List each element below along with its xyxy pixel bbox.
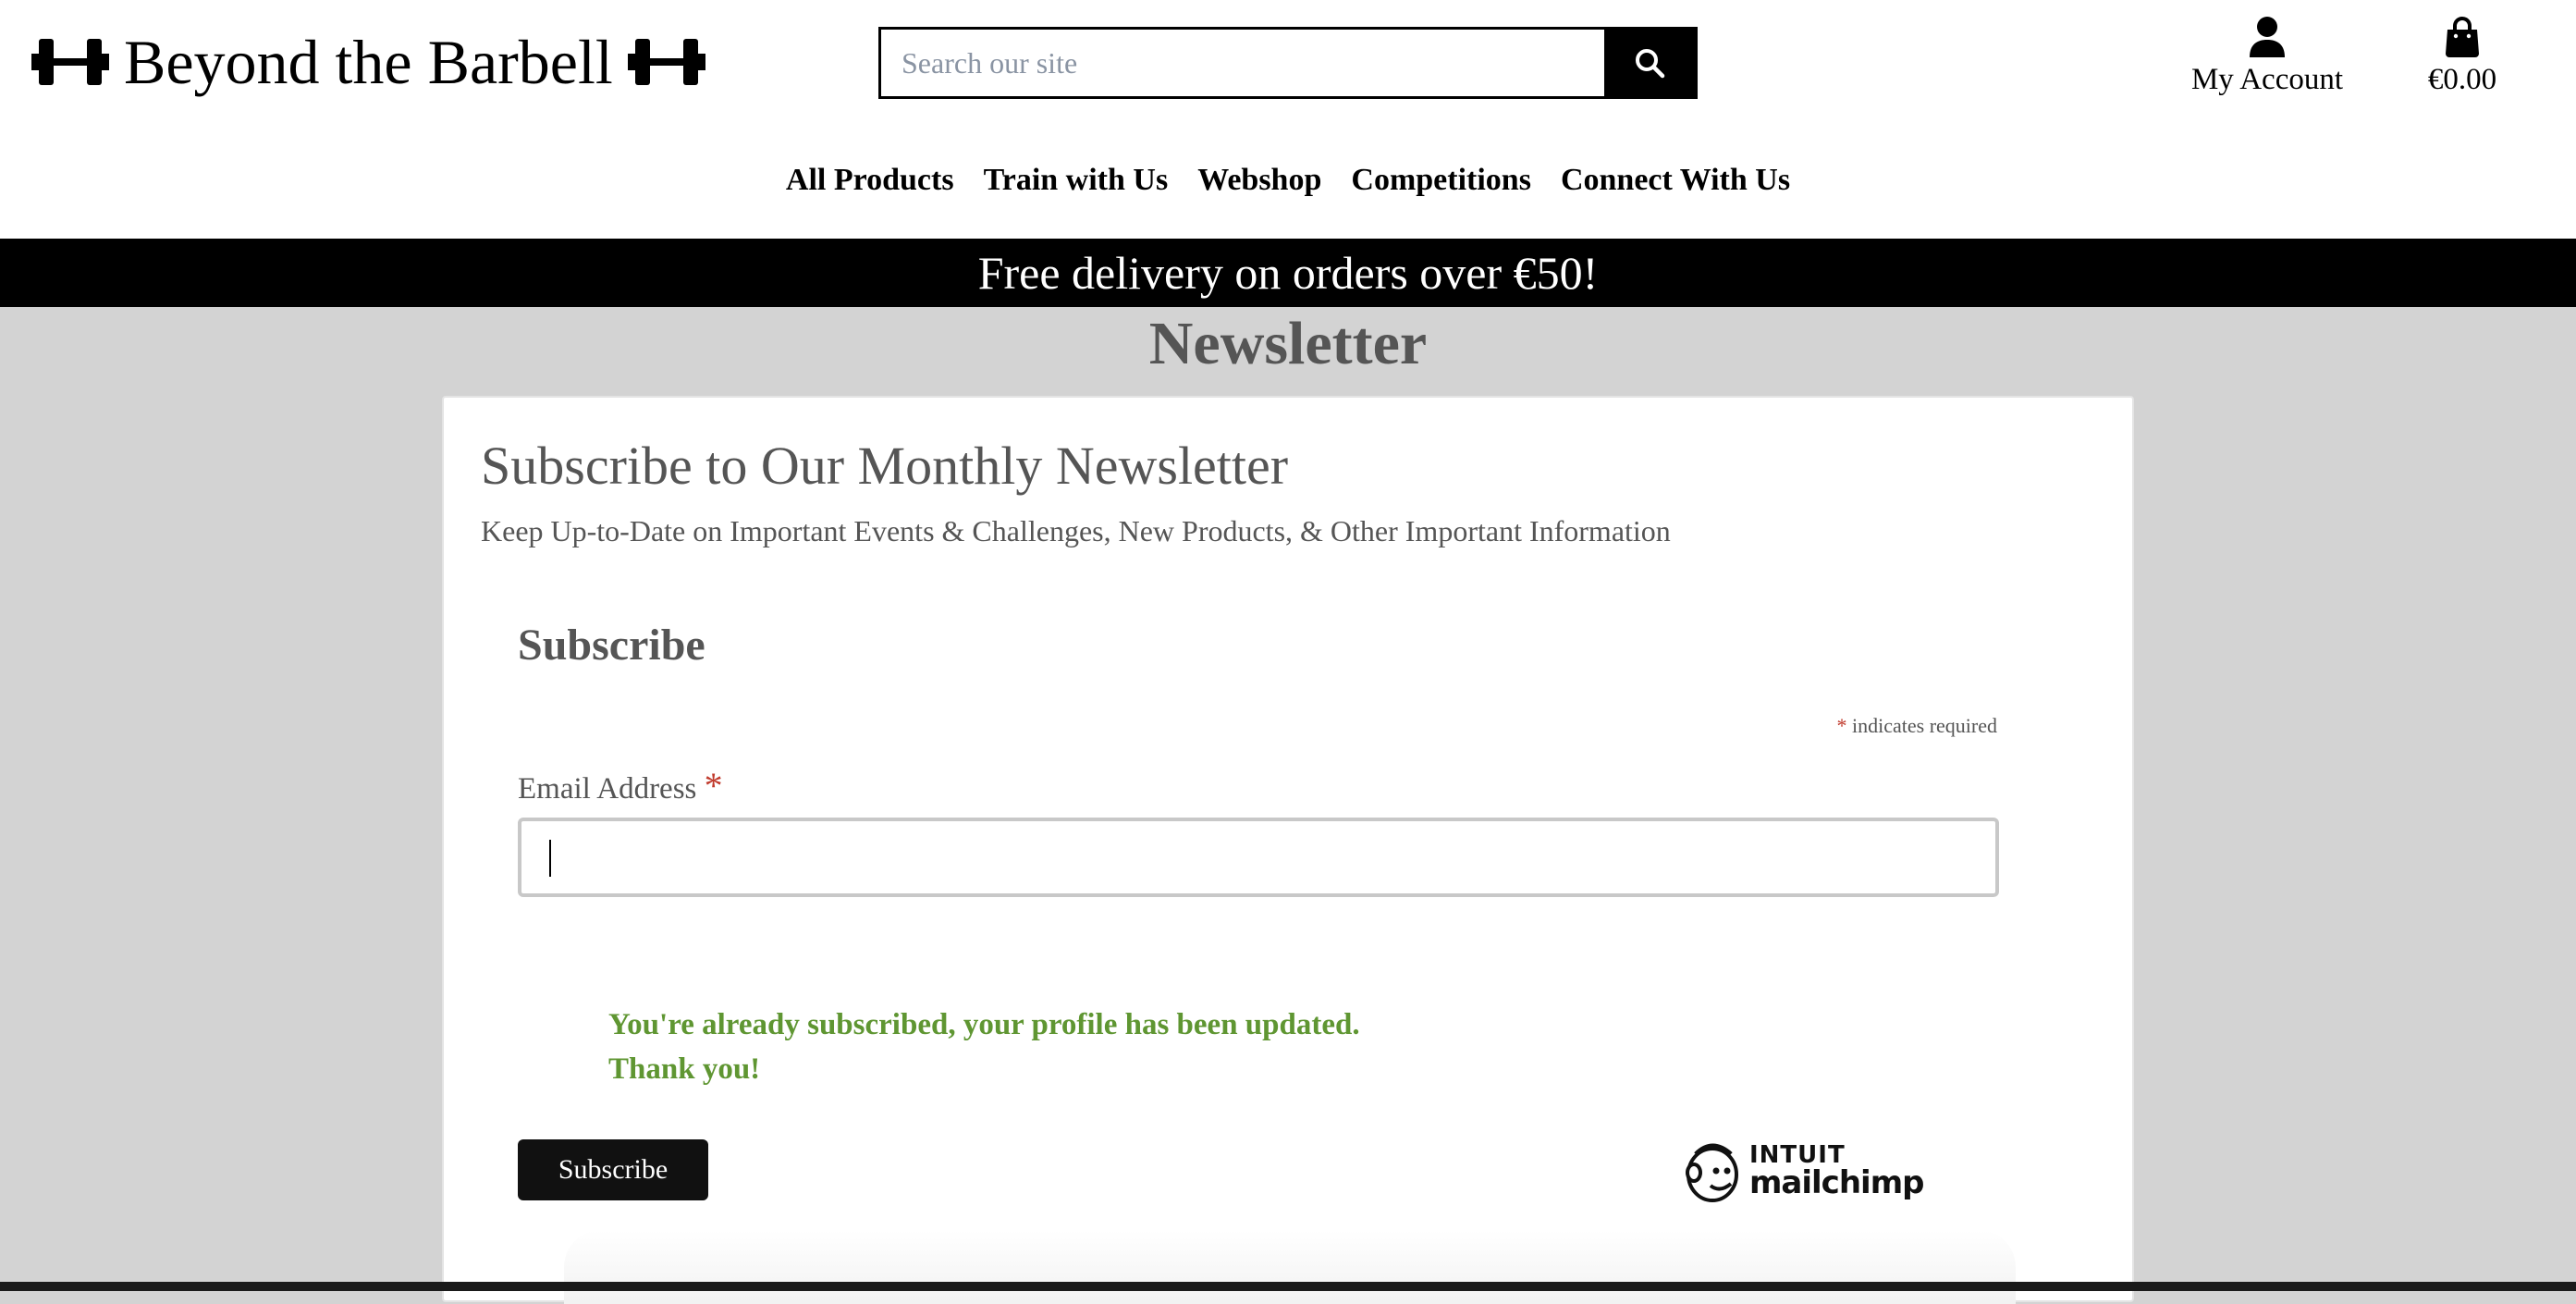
page-title: Newsletter [1148,310,1428,377]
my-account-label: My Account [2190,63,2344,96]
cart-link[interactable]: €0.00 [2413,17,2511,97]
text-cursor [549,840,551,877]
email-label-text: Email Address [518,772,697,806]
my-account-link[interactable]: My Account [2190,17,2345,97]
success-line-1: You're already subscribed, your profile … [608,1008,1360,1041]
required-note: * indicates required [1837,714,1998,738]
success-message: You're already subscribed, your profile … [608,1003,1360,1091]
required-note-text: indicates required [1852,714,1997,737]
cart-total: €0.00 [2427,63,2497,96]
nav-train-with-us[interactable]: Train with Us [984,163,1169,198]
nav-competitions[interactable]: Competitions [1351,163,1531,198]
search-button[interactable] [1604,30,1695,96]
form-title: Subscribe [518,621,705,670]
main-nav: All Products Train with Us Webshop Compe… [0,163,2576,198]
search-icon [1636,49,1665,79]
newsletter-card: Subscribe to Our Monthly Newsletter Keep… [442,396,2134,1304]
required-asterisk: * [1836,714,1847,737]
email-required-asterisk: * [704,765,723,806]
mailchimp-brand-text: mailchimp [1749,1164,1924,1201]
footer-edge [0,1282,2576,1291]
nav-all-products[interactable]: All Products [786,163,954,198]
newsletter-heading: Subscribe to Our Monthly Newsletter [481,436,1289,496]
dumbbell-icon [31,39,109,85]
shopping-bag-icon [2446,17,2479,57]
newsletter-subheading: Keep Up-to-Date on Important Events & Ch… [481,514,1671,547]
site-header: Beyond the Barbell My Account [0,0,2576,239]
logo-text: Beyond the Barbell [124,26,613,97]
card-footer-shadow [564,1230,2016,1304]
success-line-2: Thank you! [608,1052,761,1086]
nav-webshop[interactable]: Webshop [1197,163,1321,198]
mailchimp-logo-icon [1686,1143,1738,1202]
search-form [878,27,1698,99]
mailchimp-badge[interactable]: INTUIT mailchimp [1683,1139,1924,1202]
search-input[interactable] [881,30,1604,96]
email-label: Email Address * [518,764,723,807]
email-field[interactable] [518,818,1999,897]
subscribe-button[interactable]: Subscribe [518,1139,708,1200]
delivery-banner: Free delivery on orders over €50! [0,239,2576,307]
user-icon [2250,17,2285,57]
dumbbell-icon [627,39,705,85]
nav-connect-with-us[interactable]: Connect With Us [1561,163,1790,198]
site-logo[interactable]: Beyond the Barbell [31,20,705,104]
